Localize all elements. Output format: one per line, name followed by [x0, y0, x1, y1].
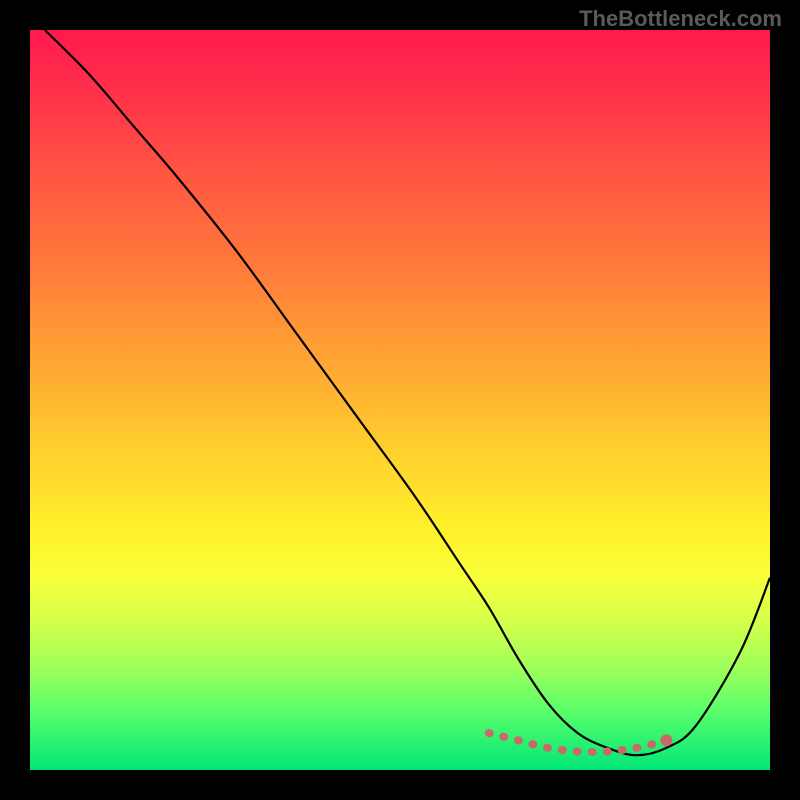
bottleneck-curve	[45, 30, 770, 755]
plot-area	[30, 30, 770, 770]
optimal-end-dot	[660, 734, 672, 746]
optimal-region-marker	[489, 733, 667, 752]
chart-svg	[30, 30, 770, 770]
watermark-text: TheBottleneck.com	[579, 6, 782, 32]
